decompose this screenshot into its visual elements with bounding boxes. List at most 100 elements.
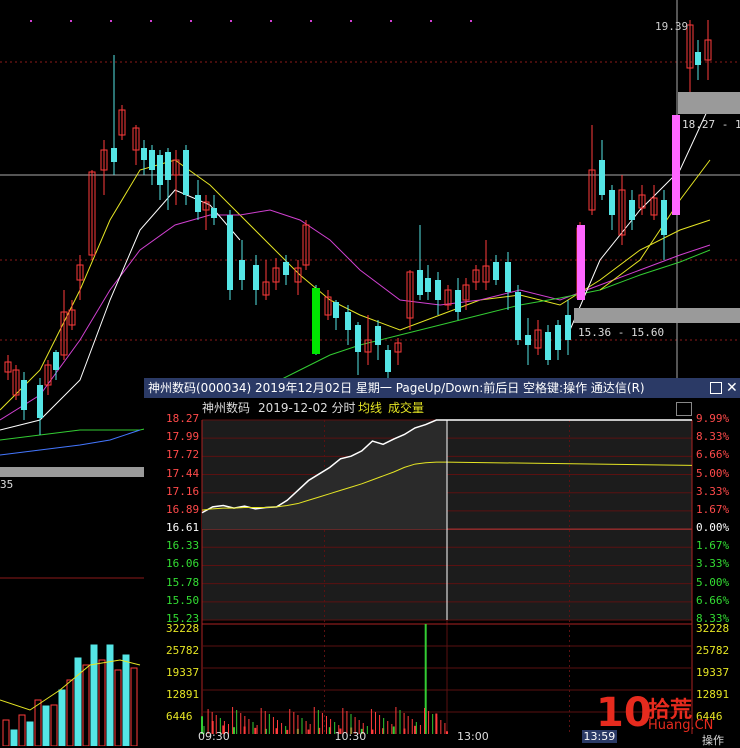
ma-white-right — [569, 104, 711, 331]
candle-body — [545, 332, 551, 360]
highlight-candle-magenta — [672, 115, 680, 215]
volume-bar — [42, 705, 50, 746]
vol-tick-label: 25782 — [166, 644, 200, 657]
candle-body — [239, 260, 245, 280]
candle-body — [599, 160, 605, 195]
logo-ten-mark: 10 — [596, 690, 652, 736]
box-lower-label: 15.36 - 15.60 — [578, 326, 665, 339]
marker-dot — [310, 20, 312, 22]
marker-dot — [350, 20, 352, 22]
intraday-volume-bar — [414, 725, 417, 734]
candle-body — [425, 278, 431, 292]
candle-body — [283, 262, 289, 275]
volume-bar — [66, 679, 74, 746]
highlight-candle-green — [312, 288, 320, 354]
candle-body — [21, 380, 27, 410]
volume-bar — [74, 657, 82, 746]
pct-tick-label: 5.00% — [696, 575, 730, 589]
volume-bar — [34, 699, 42, 746]
intraday-volume-bar — [286, 729, 289, 734]
candle-body — [111, 148, 117, 162]
candle-body — [253, 265, 259, 290]
candle-body — [345, 312, 351, 330]
intraday-volume-bar — [232, 727, 235, 734]
pct-tick-label: 6.66% — [696, 593, 730, 607]
candle-body — [141, 148, 147, 160]
pct-tick-label: 3.33% — [696, 557, 730, 571]
candle-body — [195, 195, 201, 212]
time-tick-label: 10:30 — [334, 730, 367, 743]
candle-body — [417, 270, 423, 295]
left-box-label: 35 — [0, 478, 14, 491]
candle-body — [183, 150, 189, 195]
vol-ma-line — [0, 659, 141, 711]
volume-bar — [58, 689, 66, 746]
ma-blue — [0, 429, 141, 456]
volume-bar — [82, 664, 90, 746]
candle-body — [565, 315, 571, 340]
candle-body — [555, 325, 561, 350]
marker-dot — [470, 20, 472, 22]
volume-bar — [106, 644, 114, 746]
support-box — [574, 308, 740, 323]
price-tick-label: 15.50 — [166, 593, 200, 607]
pct-tick-label: 5.00% — [696, 466, 730, 480]
price-tick-label: 17.44 — [166, 466, 200, 480]
candle-body — [493, 262, 499, 280]
vol-tick-label: 12891 — [166, 688, 200, 701]
time-tick-label: 13:00 — [457, 730, 489, 743]
price-high-label: 19.39 — [655, 20, 689, 33]
pct-tick-label: 3.33% — [696, 484, 730, 498]
candle-body — [695, 52, 701, 65]
candle-body — [211, 208, 217, 218]
marker-dot — [30, 20, 32, 22]
pct-tick-label: 6.66% — [696, 448, 730, 462]
candle-body — [227, 215, 233, 290]
volume-bar — [98, 659, 106, 746]
resistance-box — [678, 92, 740, 114]
candle-body — [333, 302, 339, 318]
marker-dot — [390, 20, 392, 22]
vol-tick-label: 25782 — [696, 644, 730, 657]
candle-body — [385, 350, 391, 372]
price-tick-label: 17.72 — [166, 448, 200, 462]
price-tick-label: 16.06 — [166, 557, 200, 571]
price-tick-label: 18.27 — [166, 412, 200, 425]
price-tick-label: 16.33 — [166, 539, 200, 553]
vol-tick-label: 19337 — [696, 666, 730, 679]
pct-tick-label: 8.33% — [696, 430, 730, 444]
volume-bar — [90, 644, 98, 746]
left-box — [0, 467, 144, 477]
marker-dot — [150, 20, 152, 22]
volume-bar — [2, 719, 10, 746]
price-tick-label: 15.78 — [166, 575, 200, 589]
marker-dot — [270, 20, 272, 22]
candle-body — [165, 152, 171, 180]
price-tick-label: 16.61 — [166, 521, 200, 535]
candle-body — [525, 335, 531, 345]
highlight-candle-magenta — [577, 225, 585, 300]
marker-dot — [190, 20, 192, 22]
pct-tick-label: 1.67% — [696, 502, 730, 516]
intraday-volume-bar — [254, 727, 257, 734]
volume-bar — [130, 667, 138, 746]
logo-sub: Huang.CN — [648, 718, 714, 733]
pct-tick-label: 0.00% — [696, 521, 730, 535]
candle-body — [505, 262, 511, 292]
candle-body — [157, 155, 163, 185]
candle-body — [455, 290, 461, 312]
pct-tick-label: 1.67% — [696, 539, 730, 553]
candle-body — [37, 385, 43, 418]
ma-yellow — [0, 159, 711, 411]
candle-body — [515, 292, 521, 340]
volume-bar — [26, 721, 34, 746]
volume-bar — [10, 729, 18, 746]
candle-body — [355, 325, 361, 352]
pct-tick-label: 9.99% — [696, 412, 730, 425]
price-tick-label: 17.16 — [166, 484, 200, 498]
candle-body — [661, 200, 667, 235]
marker-dot — [110, 20, 112, 22]
candle-body — [149, 150, 155, 170]
candle-body — [435, 280, 441, 300]
candle-body — [609, 190, 615, 215]
